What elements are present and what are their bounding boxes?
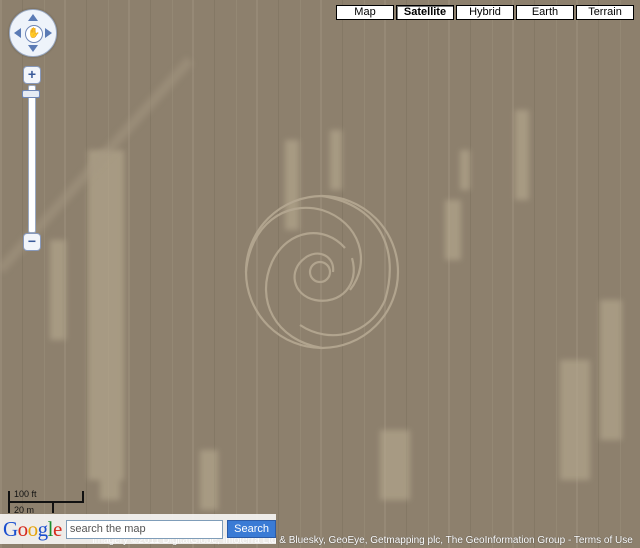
scale-tick	[8, 501, 10, 513]
pan-right-arrow-icon[interactable]	[45, 28, 52, 38]
search-button[interactable]: Search	[227, 520, 276, 538]
satellite-imagery	[0, 0, 640, 548]
hand-icon[interactable]: ✋	[25, 25, 43, 43]
map-type-earth-button[interactable]: Earth	[516, 5, 574, 20]
footer-separator: -	[565, 535, 574, 546]
google-logo[interactable]: Google	[3, 517, 62, 542]
pan-down-arrow-icon[interactable]	[28, 45, 38, 52]
pan-up-arrow-icon[interactable]	[28, 14, 38, 21]
terms-of-use-link[interactable]: Terms of Use	[574, 535, 633, 546]
pan-control: ✋	[9, 9, 57, 57]
zoom-in-button[interactable]: +	[23, 66, 41, 84]
pan-left-arrow-icon[interactable]	[14, 28, 21, 38]
map-type-selector: Map Satellite Hybrid Earth Terrain	[336, 5, 634, 20]
scale-line	[8, 501, 84, 503]
search-bar: Google Search	[0, 514, 276, 544]
map-type-hybrid-button[interactable]: Hybrid	[456, 5, 514, 20]
scale-tick	[82, 491, 84, 503]
scale-tick	[52, 501, 54, 513]
zoom-out-button[interactable]: −	[23, 233, 41, 251]
zoom-slider-track[interactable]	[28, 85, 36, 233]
scale-imperial-label: 100 ft	[14, 489, 37, 499]
map-type-terrain-button[interactable]: Terrain	[576, 5, 634, 20]
satellite-map-view[interactable]	[0, 0, 640, 548]
search-input[interactable]	[65, 519, 224, 539]
map-type-map-button[interactable]: Map	[336, 5, 394, 20]
zoom-slider-thumb[interactable]	[22, 90, 40, 98]
map-type-satellite-button[interactable]: Satellite	[396, 5, 454, 20]
scale-bar: 100 ft 20 m	[6, 488, 96, 516]
